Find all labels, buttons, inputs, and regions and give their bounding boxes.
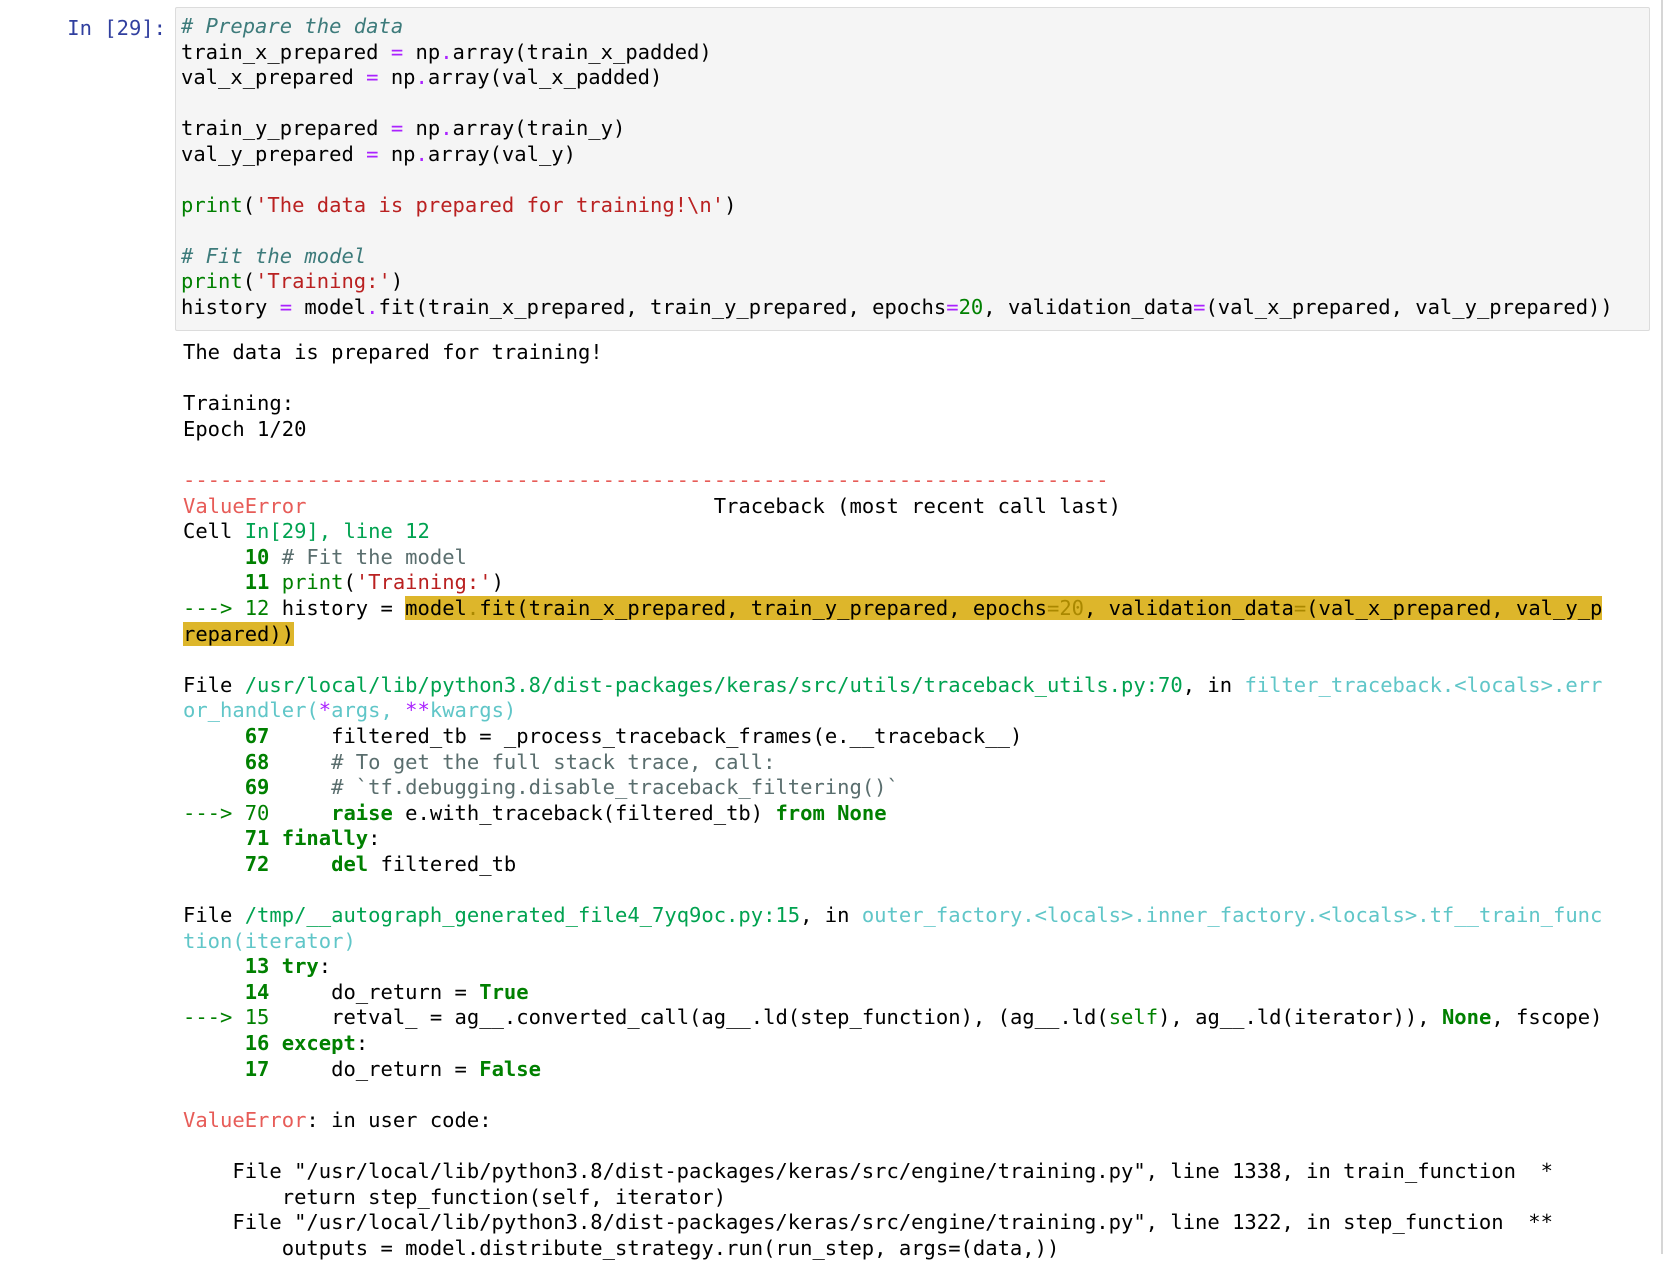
cell-reference: Cell In[29], line 12: [183, 519, 430, 544]
cell-reference-link[interactable]: In[29], line 12: [245, 519, 430, 543]
code-line-12: history = model.fit(train_x_prepared, tr…: [181, 294, 1613, 319]
frame3-function: outer_factory.<locals>.inner_factory.<lo…: [861, 903, 1603, 928]
code-line-5: train_y_prepared = np.array(train_y): [181, 116, 626, 140]
cell-output: The data is prepared for training! Train…: [183, 340, 1602, 1261]
code-line-1: # Prepare the data: [181, 14, 404, 38]
frame3-line-15: ---> 15 retval_ = ag__.converted_call(ag…: [183, 1005, 1603, 1030]
code-line-8: print('The data is prepared for training…: [181, 192, 737, 217]
frame3-line-17: 17 do_return = False: [244, 1056, 541, 1081]
frame2-line-68: 68 # To get the full stack trace, call:: [244, 749, 776, 774]
code-cell[interactable]: In [29]: # Prepare the data train_x_prepa…: [0, 0, 1660, 1260]
code-line-2: train_x_prepared = np.array(train_x_padd…: [181, 39, 712, 64]
traceback-header-line: ValueError Traceback (most recent call l…: [183, 494, 1602, 520]
frame1-current-line: ---> 12 history = model.fit(train_x_prep…: [183, 595, 1603, 620]
notebook-right-border: [1661, 0, 1663, 1254]
code-line-11: print('Training:'): [181, 269, 404, 293]
frame3-line-16: 16 except:: [244, 1031, 369, 1056]
stdout-line-3: Training:: [183, 391, 295, 416]
stdout-line-2: [183, 366, 1602, 392]
traceback-separator: ----------------------------------------…: [183, 467, 1109, 492]
input-prompt: In [29]:: [67, 16, 166, 40]
stdout-line-1: The data is prepared for training!: [183, 340, 603, 364]
frame2-line-71: 71 finally:: [244, 826, 381, 851]
error-highlight-continued: repared)): [183, 621, 295, 646]
frame2-function-wrap: or_handler(*args, **kwargs): [183, 698, 517, 723]
user-code-line-2: return step_function(self, iterator): [183, 1184, 727, 1209]
user-code-line-4: outputs = model.distribute_strategy.run(…: [183, 1235, 1060, 1260]
frame2-function: filter_traceback.<locals>.err: [1244, 672, 1603, 697]
code-editor[interactable]: # Prepare the data train_x_prepared = np.…: [181, 14, 1613, 320]
code-line-10: # Fit the model: [181, 243, 367, 268]
final-error-type: ValueError: [183, 1107, 307, 1132]
frame2-line-72: 72 del filtered_tb: [244, 851, 517, 876]
error-type: ValueError: [183, 493, 307, 518]
code-line-3: val_x_prepared = np.array(val_x_padded): [181, 65, 663, 89]
frame3-line-14: 14 do_return = True: [244, 979, 529, 1004]
frame3-path-link[interactable]: /tmp/__autograph_generated_file4_7yq9oc.…: [245, 903, 800, 927]
frame1-current-line-wrap: repared)): [183, 621, 1602, 648]
final-error-message: : in user code:: [306, 1107, 492, 1132]
frame2-file-line: File /usr/local/lib/python3.8/dist-packa…: [183, 672, 1603, 697]
stdout-line-4: Epoch 1/20: [183, 416, 307, 441]
frame2-line-70: ---> 70 raise e.with_traceback(filtered_…: [183, 800, 887, 825]
current-line-arrow: ---> 12: [183, 595, 270, 620]
frame3-file-line: File /tmp/__autograph_generated_file4_7y…: [183, 903, 1603, 928]
frame2-line-67: 67 filtered_tb = _process_traceback_fram…: [244, 723, 1023, 748]
frame3-line-13: 13 try:: [244, 954, 332, 979]
user-code-line-1: File "/usr/local/lib/python3.8/dist-pack…: [183, 1159, 1553, 1183]
user-code-line-3: File "/usr/local/lib/python3.8/dist-pack…: [183, 1210, 1553, 1235]
frame2-line-69: 69 # `tf.debugging.disable_traceback_fil…: [244, 775, 899, 800]
frame2-path-link[interactable]: /usr/local/lib/python3.8/dist-packages/k…: [245, 673, 1183, 697]
code-line-6: val_y_prepared = np.array(val_y): [181, 141, 576, 166]
error-highlight: model.fit(train_x_prepared, train_y_prep…: [405, 595, 1603, 620]
frame1-line-11: 11 print('Training:'): [244, 570, 504, 595]
final-error-line: ValueError: in user code:: [183, 1108, 1602, 1134]
traceback-title: Traceback (most recent call last): [713, 493, 1122, 518]
frame1-line-10: 10 # Fit the model: [244, 544, 467, 569]
frame3-function-wrap: tion(iterator): [183, 928, 356, 953]
